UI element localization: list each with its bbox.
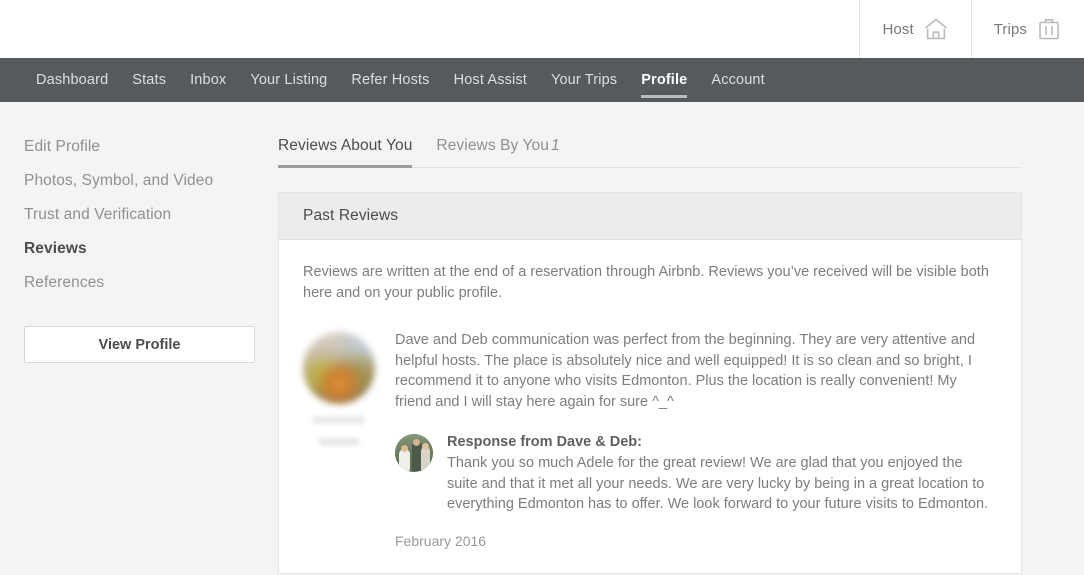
nav-item-profile[interactable]: Profile: [629, 58, 699, 102]
reviews-intro-text: Reviews are written at the end of a rese…: [303, 264, 989, 301]
nav-item-your-trips[interactable]: Your Trips: [539, 58, 629, 102]
tab-reviews-by-you-count: 1: [550, 137, 560, 154]
reviewer-avatar[interactable]: [303, 332, 375, 404]
tab-reviews-by-you[interactable]: Reviews By You 1: [436, 137, 559, 167]
avatar-figure-1: [399, 449, 410, 471]
sidebar-item-references[interactable]: References: [24, 266, 254, 300]
suitcase-icon: [1036, 17, 1062, 41]
main-navigation: Dashboard Stats Inbox Your Listing Refer…: [0, 58, 1084, 102]
nav-item-inbox[interactable]: Inbox: [178, 58, 238, 102]
main-content: Reviews About You Reviews By You 1 Past R…: [278, 102, 1084, 574]
header-trips-label: Trips: [993, 20, 1027, 38]
review-text: Dave and Deb communication was perfect f…: [395, 332, 976, 410]
nav-item-refer-hosts[interactable]: Refer Hosts: [339, 58, 441, 102]
top-header: Host Trips: [0, 0, 1084, 58]
tab-reviews-about-you[interactable]: Reviews About You: [278, 137, 413, 168]
header-host-label: Host: [882, 20, 914, 38]
nav-item-dashboard[interactable]: Dashboard: [24, 58, 120, 102]
review-date: February 2016: [395, 532, 487, 549]
avatar-figure-3: [421, 447, 430, 471]
page-body: Edit Profile Photos, Symbol, and Video T…: [0, 102, 1084, 575]
review-item: Dave and Deb communication was perfect f…: [303, 330, 997, 549]
reviews-tabs: Reviews About You Reviews By You 1: [278, 128, 1022, 168]
sidebar-item-reviews[interactable]: Reviews: [24, 232, 254, 266]
header-host-button[interactable]: Host: [859, 0, 970, 58]
nav-item-your-listing[interactable]: Your Listing: [238, 58, 339, 102]
sidebar-item-edit-profile[interactable]: Edit Profile: [24, 130, 254, 164]
sidebar-item-trust-and-verification[interactable]: Trust and Verification: [24, 198, 254, 232]
profile-sidebar: Edit Profile Photos, Symbol, and Video T…: [0, 102, 278, 363]
tab-reviews-by-you-label: Reviews By You: [436, 137, 549, 154]
card-title: Past Reviews: [279, 193, 1021, 240]
host-avatar[interactable]: [395, 434, 433, 472]
avatar-head-2: [413, 439, 420, 446]
nav-item-stats[interactable]: Stats: [120, 58, 178, 102]
avatar-head-1: [401, 445, 408, 452]
reviewer-location-placeholder: [319, 438, 359, 446]
nav-item-host-assist[interactable]: Host Assist: [442, 58, 539, 102]
reviewer-name-placeholder: [313, 416, 365, 424]
response-text: Thank you so much Adele for the great re…: [447, 455, 989, 512]
review-body: Dave and Deb communication was perfect f…: [395, 330, 997, 549]
tab-reviews-about-you-label: Reviews About You: [278, 137, 413, 154]
avatar-head-3: [422, 443, 429, 450]
nav-item-account[interactable]: Account: [699, 58, 776, 102]
card-body: Reviews are written at the end of a rese…: [279, 240, 1021, 573]
header-trips-button[interactable]: Trips: [970, 0, 1084, 58]
sidebar-item-photos-symbol-video[interactable]: Photos, Symbol, and Video: [24, 164, 254, 198]
host-response: Response from Dave & Deb: Thank you so m…: [395, 434, 997, 515]
response-title: Response from Dave & Deb:: [447, 434, 642, 450]
response-content: Response from Dave & Deb: Thank you so m…: [447, 434, 997, 515]
home-icon: [923, 17, 949, 41]
past-reviews-card: Past Reviews Reviews are written at the …: [278, 192, 1022, 574]
reviewer-block: [303, 330, 375, 446]
view-profile-button[interactable]: View Profile: [24, 326, 255, 363]
